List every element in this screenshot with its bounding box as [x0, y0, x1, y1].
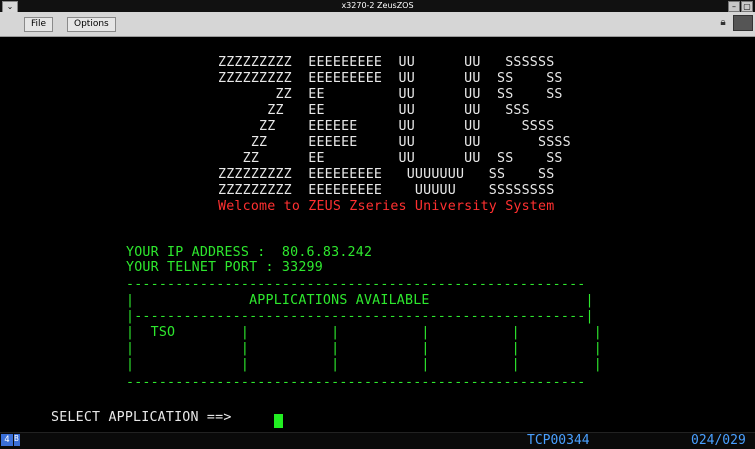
select-application-prompt: SELECT APPLICATION ==> — [51, 410, 232, 425]
banner-line: ZZZZZZZZZ EEEEEEEEE UUUUUUU SS SS — [218, 167, 555, 182]
toolbar-right: 🔒︎ — [717, 15, 753, 31]
welcome-message: Welcome to ZEUS Zseries University Syste… — [218, 199, 555, 214]
table-border-bottom: ----------------------------------------… — [126, 375, 586, 390]
menu-bar: File Options 🔒︎ — [0, 12, 755, 37]
banner-line: ZZ EEEEEE UU UU SSSS — [218, 135, 571, 150]
banner-line: ZZ EE UU UU SSS — [218, 103, 530, 118]
cursor-position: 024/029 — [691, 433, 746, 448]
lock-icon: 🔒︎ — [720, 17, 726, 28]
table-row: | | | | | | — [126, 357, 602, 372]
window-title: x3270-2 ZeusZOS — [341, 1, 414, 10]
banner-line: ZZ EE UU UU SS SS — [218, 87, 563, 102]
banner-line: ZZZZZZZZZ EEEEEEEEE UU UU SS SS — [218, 71, 563, 86]
file-menu-button[interactable]: File — [24, 17, 54, 32]
window-controls: – ▢ — [728, 1, 753, 12]
banner-line: ZZ EEEEEE UU UU SSSS — [218, 119, 555, 134]
banner-line: ZZ EE UU UU SS SS — [218, 151, 563, 166]
table-border-top: ----------------------------------------… — [126, 277, 586, 292]
lu-name: TCP00344 — [527, 433, 590, 448]
banner-line: ZZZZZZZZZ EEEEEEEEE UU UU SSSSSS — [218, 55, 555, 70]
table-row: | | | | | | — [126, 341, 602, 356]
options-menu-button[interactable]: Options — [67, 17, 116, 32]
keyboard-icon[interactable] — [733, 15, 753, 31]
title-bar: ⌄ x3270-2 ZeusZOS – ▢ — [0, 0, 755, 13]
table-divider: |---------------------------------------… — [126, 309, 594, 324]
status-bar: 4 B TCP00344 024/029 — [0, 432, 755, 449]
mode-indicator: B — [14, 434, 20, 446]
table-row-tso[interactable]: | TSO | | | | | — [126, 325, 602, 340]
minimize-button[interactable]: – — [728, 1, 740, 12]
connection-indicator: 4 — [1, 434, 13, 446]
telnet-port-line: YOUR TELNET PORT : 33299 — [126, 260, 323, 275]
maximize-button[interactable]: ▢ — [741, 1, 753, 12]
table-header: | APPLICATIONS AVAILABLE | — [126, 293, 594, 308]
ip-address-line: YOUR IP ADDRESS : 80.6.83.242 — [126, 245, 373, 260]
input-cursor[interactable] — [274, 414, 283, 428]
terminal-screen[interactable]: ZZZZZZZZZ EEEEEEEEE UU UU SSSSSS ZZZZZZZ… — [0, 37, 755, 432]
banner-line: ZZZZZZZZZ EEEEEEEEE UUUUU SSSSSSSS — [218, 183, 555, 198]
